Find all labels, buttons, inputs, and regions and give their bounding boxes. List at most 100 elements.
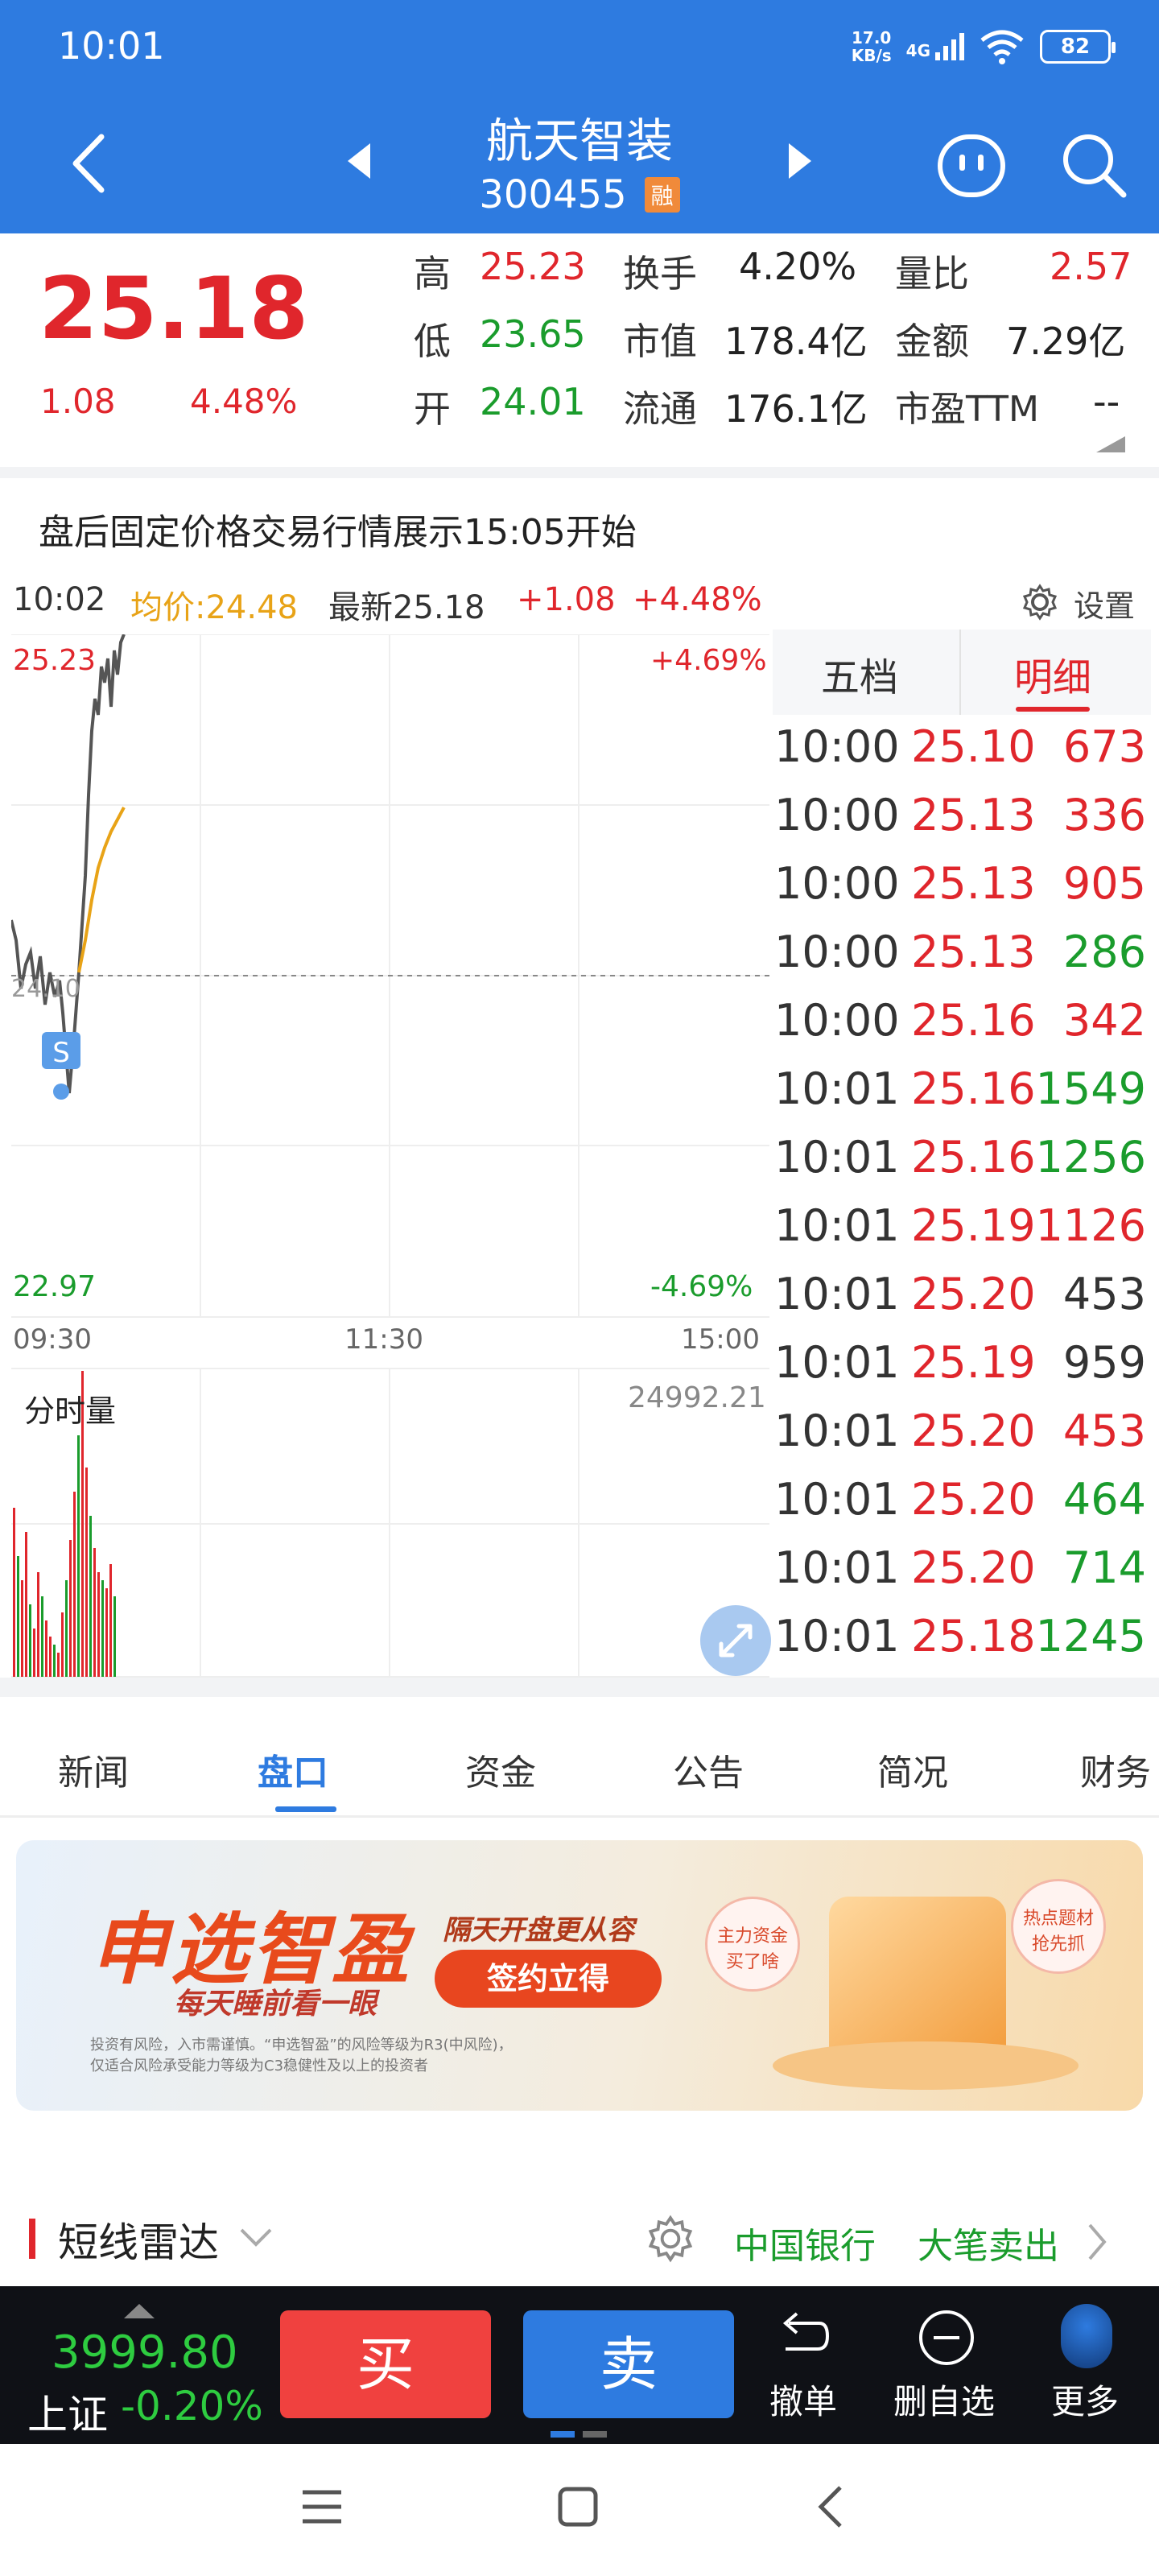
tick-volume: 714 bbox=[1062, 1542, 1146, 1593]
sell-signal-text: S bbox=[52, 1037, 70, 1069]
price-grid bbox=[11, 634, 769, 1678]
volume-bar bbox=[17, 1556, 19, 1677]
tick-price: 25.18 bbox=[911, 1611, 1036, 1662]
amount-value: 7.29亿 bbox=[1006, 320, 1126, 363]
robot-assistant-icon[interactable] bbox=[935, 129, 1008, 201]
status-time: 10:01 bbox=[58, 24, 165, 68]
radar-accent-bar bbox=[29, 2219, 35, 2259]
app-header: 10:01 17.0 KB/s 4G 82 航天智装 300455 融 bbox=[0, 0, 1159, 233]
bottom-price-label: 22.97 bbox=[13, 1270, 97, 1303]
tab-profile[interactable]: 简况 bbox=[877, 1744, 948, 1795]
turnover-label: 换手 bbox=[623, 252, 697, 295]
tick-row: 10:01 25.20 453 bbox=[773, 1265, 1151, 1334]
volume-bar bbox=[33, 1629, 35, 1677]
price-change-pct: 4.48% bbox=[190, 382, 298, 421]
home-icon[interactable] bbox=[554, 2483, 602, 2531]
radar-stock[interactable]: 中国银行 bbox=[734, 2217, 876, 2268]
volume-bar bbox=[45, 1620, 47, 1677]
remove-favorite-label[interactable]: 删自选 bbox=[893, 2375, 995, 2424]
volume-bar bbox=[37, 1572, 39, 1677]
tick-price: 25.10 bbox=[911, 721, 1036, 772]
tick-volume: 336 bbox=[1062, 790, 1146, 840]
volume-bar bbox=[65, 1580, 68, 1677]
tab-news[interactable]: 新闻 bbox=[58, 1744, 129, 1795]
index-expand-icon[interactable] bbox=[121, 2301, 158, 2322]
expand-corner-icon[interactable] bbox=[1093, 433, 1128, 456]
tab-quote[interactable]: 盘口 bbox=[258, 1744, 328, 1795]
info-tabs: 新闻 盘口 资金 公告 简况 财务 bbox=[0, 1678, 1159, 1818]
banner-bubble-hot: 热点题材 抢先抓 bbox=[1011, 1879, 1106, 1974]
latest-change-pct: +4.48% bbox=[633, 581, 762, 618]
top-price-label: 25.23 bbox=[13, 644, 97, 677]
chevron-right-icon[interactable] bbox=[1085, 2222, 1109, 2262]
index-value[interactable]: 3999.80 bbox=[52, 2326, 238, 2379]
banner-cta[interactable]: 签约立得 bbox=[435, 1950, 662, 2008]
section-divider bbox=[0, 467, 1159, 478]
low-value: 23.65 bbox=[480, 312, 586, 356]
tick-price: 25.13 bbox=[911, 790, 1036, 840]
more-label[interactable]: 更多 bbox=[1051, 2375, 1119, 2424]
pe-value: -- bbox=[1093, 380, 1120, 423]
volume-bar bbox=[97, 1572, 100, 1677]
tab-active-indicator bbox=[1016, 707, 1090, 712]
volume-bar bbox=[41, 1596, 43, 1677]
price-line bbox=[11, 634, 126, 1094]
fullscreen-button[interactable] bbox=[700, 1605, 771, 1676]
volume-bar bbox=[85, 1468, 88, 1677]
mcap-label: 市值 bbox=[623, 320, 697, 363]
tick-volume: 464 bbox=[1062, 1474, 1146, 1525]
tick-time: 10:01 bbox=[774, 1337, 900, 1388]
tab-financial[interactable]: 财务 bbox=[1080, 1744, 1151, 1795]
settings-label[interactable]: 设置 bbox=[1074, 581, 1135, 625]
tick-time: 10:00 bbox=[774, 927, 900, 977]
sell-button[interactable]: 卖 bbox=[523, 2310, 734, 2418]
float-label: 流通 bbox=[623, 387, 697, 431]
remove-favorite-icon[interactable] bbox=[916, 2307, 977, 2368]
tick-row: 10:00 25.16 342 bbox=[773, 992, 1151, 1060]
tick-row: 10:01 25.19 959 bbox=[773, 1334, 1151, 1402]
volume-bar bbox=[69, 1540, 72, 1677]
cancel-order-label[interactable]: 撤单 bbox=[769, 2375, 837, 2424]
next-stock-icon[interactable] bbox=[786, 142, 813, 180]
net-speed: 17.0 KB/s bbox=[851, 28, 892, 65]
time-label-open: 09:30 bbox=[13, 1323, 92, 1356]
banner-slogan: 每天睡前看一眼 bbox=[174, 1988, 377, 2021]
trade-bar: 3999.80 上证 -0.20% 买 卖 撤单 删自选 更多 bbox=[0, 2286, 1159, 2444]
stock-code: 300455 bbox=[479, 172, 627, 217]
page-indicator bbox=[583, 2431, 607, 2438]
chevron-down-icon[interactable] bbox=[238, 2225, 274, 2249]
tab-announcement[interactable]: 公告 bbox=[673, 1744, 744, 1795]
menu-icon[interactable] bbox=[298, 2483, 346, 2531]
ref-price-label: 24.10 bbox=[11, 975, 80, 1003]
tick-price: 25.13 bbox=[911, 858, 1036, 909]
page-indicator-active bbox=[551, 2431, 575, 2438]
float-value: 176.1亿 bbox=[724, 387, 868, 431]
vol-ratio-value: 2.57 bbox=[1050, 245, 1132, 288]
tick-row: 10:00 25.10 673 bbox=[773, 718, 1151, 786]
tab-tick-detail[interactable]: 明细 bbox=[1014, 646, 1091, 702]
tick-price: 25.20 bbox=[911, 1542, 1036, 1593]
more-icon[interactable] bbox=[1061, 2304, 1112, 2368]
tick-volume: 1549 bbox=[1035, 1063, 1146, 1114]
back-nav-icon[interactable] bbox=[808, 2483, 856, 2531]
tick-time: 10:01 bbox=[774, 1269, 900, 1319]
tick-time: 10:01 bbox=[774, 1611, 900, 1662]
latest-price: 最新25.18 bbox=[328, 589, 485, 626]
pe-label: 市盈TTM bbox=[895, 389, 1039, 430]
tick-price: 25.16 bbox=[911, 1132, 1036, 1183]
buy-button[interactable]: 买 bbox=[280, 2310, 491, 2418]
tick-time: 10:01 bbox=[774, 1063, 900, 1114]
tick-row: 10:01 25.18 1245 bbox=[773, 1608, 1151, 1676]
radar-title[interactable]: 短线雷达 bbox=[58, 2211, 219, 2268]
promo-banner[interactable]: 申选智盈 每天睡前看一眼 隔天开盘更从容 签约立得 主力资金 买了啥 热点题材 … bbox=[16, 1840, 1143, 2111]
undo-icon[interactable] bbox=[774, 2307, 832, 2365]
tab-capital[interactable]: 资金 bbox=[465, 1744, 536, 1795]
tick-volume: 286 bbox=[1062, 927, 1146, 977]
tick-volume: 1256 bbox=[1035, 1132, 1146, 1183]
radar-signal[interactable]: 大笔卖出 bbox=[918, 2217, 1059, 2268]
tab-order-book[interactable]: 五档 bbox=[821, 646, 898, 702]
radar-settings-icon[interactable] bbox=[645, 2214, 695, 2264]
search-icon[interactable] bbox=[1059, 130, 1128, 200]
gear-icon[interactable] bbox=[1021, 583, 1059, 621]
margin-badge: 融 bbox=[644, 177, 680, 213]
